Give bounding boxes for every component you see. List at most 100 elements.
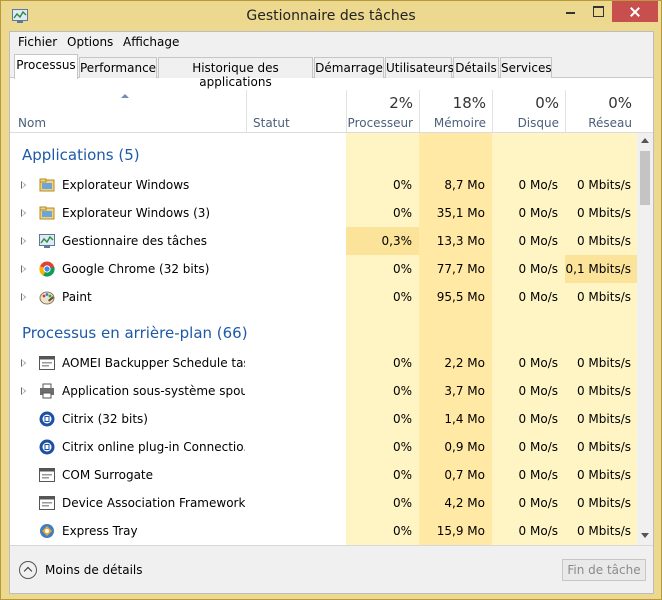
service-window-icon <box>39 355 55 371</box>
column-header-nom[interactable]: Nom <box>10 90 246 132</box>
less-details-label[interactable]: Moins de détails <box>45 563 143 577</box>
process-row[interactable]: Gestionnaire des tâches 0,3% 13,3 Mo 0 Mo/s… <box>10 227 637 255</box>
memory-total-percent: 18% <box>452 94 486 112</box>
service-window-icon <box>39 495 55 511</box>
service-window-icon <box>39 467 55 483</box>
expand-chevron-right-icon[interactable] <box>21 237 26 245</box>
cpu-cell: 0% <box>392 262 412 276</box>
close-button[interactable] <box>612 1 658 22</box>
process-row[interactable]: COM Surrogate 0% 0,7 Mo 0 Mo/s 0 Mbits/s <box>10 461 637 489</box>
citrix-icon <box>39 411 55 427</box>
process-name: AOMEI Backupper Schedule tas... <box>62 356 245 370</box>
cpu-cell: 0% <box>392 290 412 304</box>
tab-services[interactable]: Services <box>500 57 552 78</box>
cpu-cell: 0% <box>392 356 412 370</box>
memory-cell: 35,1 Mo <box>436 206 485 220</box>
column-header-processeur[interactable]: 2% Processeur <box>346 90 419 132</box>
cpu-cell: 0% <box>392 412 412 426</box>
memory-cell: 0,7 Mo <box>444 468 485 482</box>
process-row[interactable]: Application sous-système spoul... 0% 3,7 M… <box>10 377 637 405</box>
network-cell: 0 Mbits/s <box>576 412 631 426</box>
menu-fichier[interactable]: Fichier <box>18 35 57 49</box>
disk-cell: 0 Mo/s <box>518 524 558 538</box>
tab-demarrage[interactable]: Démarrage <box>314 57 384 78</box>
folder-icon <box>39 177 55 193</box>
process-row[interactable]: Citrix (32 bits) 0% 1,4 Mo 0 Mo/s 0 Mbits/s <box>10 405 637 433</box>
process-row[interactable]: Explorateur Windows (3) 0% 35,1 Mo 0 Mo/s 0 … <box>10 199 637 227</box>
menu-affichage[interactable]: Affichage <box>123 35 179 49</box>
group-header-applications[interactable]: Applications (5) <box>10 133 637 171</box>
column-header-reseau[interactable]: 0% Réseau <box>565 90 638 132</box>
scroll-up-arrow-icon[interactable] <box>641 138 649 143</box>
column-label-statut: Statut <box>253 116 290 130</box>
column-label-reseau: Réseau <box>588 116 632 130</box>
process-row[interactable]: Google Chrome (32 bits) 0% 77,7 Mo 0 Mo/s 0,… <box>10 255 637 283</box>
minimize-button[interactable] <box>557 1 583 22</box>
end-task-button[interactable]: Fin de tâche <box>562 559 646 581</box>
process-row[interactable]: AOMEI Backupper Schedule tas... 0% 2,2 Mo 0… <box>10 349 637 377</box>
disk-cell: 0 Mo/s <box>518 290 558 304</box>
disk-cell: 0 Mo/s <box>518 178 558 192</box>
expand-chevron-right-icon[interactable] <box>21 293 26 301</box>
group-title: Applications (5) <box>22 146 140 164</box>
tab-processus[interactable]: Processus <box>14 54 78 79</box>
process-name: Gestionnaire des tâches <box>62 234 208 248</box>
expand-chevron-right-icon[interactable] <box>21 265 26 273</box>
expand-chevron-right-icon[interactable] <box>21 209 26 217</box>
sort-ascending-icon <box>121 94 129 98</box>
task-manager-icon <box>39 233 55 249</box>
process-name: Explorateur Windows <box>62 178 190 192</box>
disk-cell: 0 Mo/s <box>518 262 558 276</box>
process-row[interactable]: Explorateur Windows 0% 8,7 Mo 0 Mo/s 0 Mbits… <box>10 171 637 199</box>
memory-cell: 15,9 Mo <box>436 524 485 538</box>
column-label-processeur: Processeur <box>347 116 413 130</box>
group-title: Processus en arrière-plan (66) <box>22 324 248 342</box>
network-cell: 0 Mbits/s <box>576 206 631 220</box>
citrix-icon <box>39 439 55 455</box>
process-row[interactable]: Express Tray 0% 15,9 Mo 0 Mo/s 0 Mbits/s <box>10 517 637 545</box>
tab-historique-applications[interactable]: Historique des applications <box>158 57 313 89</box>
column-label-memoire: Mémoire <box>433 116 486 130</box>
column-label-disque: Disque <box>517 116 559 130</box>
group-header-background-processes[interactable]: Processus en arrière-plan (66) <box>10 311 637 349</box>
network-cell: 0 Mbits/s <box>576 524 631 538</box>
vertical-scrollbar[interactable] <box>637 133 653 545</box>
process-name: COM Surrogate <box>62 468 154 482</box>
expand-chevron-right-icon[interactable] <box>21 387 26 395</box>
cpu-cell: 0,3% <box>346 227 419 255</box>
disk-cell: 0 Mo/s <box>518 412 558 426</box>
process-row[interactable]: Citrix online plug-in Connectio... 0% 0,9 … <box>10 433 637 461</box>
tab-details[interactable]: Détails <box>453 57 499 78</box>
scroll-down-arrow-icon[interactable] <box>641 533 649 538</box>
memory-cell: 2,2 Mo <box>444 356 485 370</box>
process-row[interactable]: Paint 0% 95,5 Mo 0 Mo/s 0 Mbits/s <box>10 283 637 311</box>
memory-cell: 77,7 Mo <box>436 262 485 276</box>
column-header-statut[interactable]: Statut <box>246 90 346 132</box>
disk-cell: 0 Mo/s <box>518 440 558 454</box>
column-header-disque[interactable]: 0% Disque <box>492 90 565 132</box>
maximize-button[interactable] <box>585 1 611 22</box>
menu-options[interactable]: Options <box>67 35 113 49</box>
process-name: Device Association Framework ... <box>62 496 245 510</box>
printer-icon <box>39 383 55 399</box>
scroll-thumb[interactable] <box>640 151 650 205</box>
tab-bar: Processus Performance Historique des app… <box>10 54 653 89</box>
collapse-chevron-up-icon[interactable] <box>19 561 37 579</box>
column-header-memoire[interactable]: 18% Mémoire <box>419 90 492 132</box>
network-cell: 0 Mbits/s <box>576 290 631 304</box>
tab-utilisateurs[interactable]: Utilisateurs <box>385 57 454 78</box>
memory-cell: 1,4 Mo <box>444 412 485 426</box>
cpu-cell: 0% <box>392 206 412 220</box>
process-name: Paint <box>62 290 92 304</box>
chrome-icon <box>39 261 55 277</box>
expand-chevron-right-icon[interactable] <box>21 359 26 367</box>
memory-cell: 8,7 Mo <box>444 178 485 192</box>
column-header-row: Nom Statut 2% Processeur 18% Mémoire 0% … <box>10 90 653 133</box>
title-bar[interactable]: Gestionnaire des tâches <box>1 1 661 31</box>
task-manager-window: Gestionnaire des tâches Fichier Options … <box>0 0 662 600</box>
cpu-total-percent: 2% <box>389 94 413 112</box>
expand-chevron-right-icon[interactable] <box>21 181 26 189</box>
network-cell: 0 Mbits/s <box>576 384 631 398</box>
process-row[interactable]: Device Association Framework ... 0% 4,2 Mo… <box>10 489 637 517</box>
tab-performance[interactable]: Performance <box>79 57 157 78</box>
